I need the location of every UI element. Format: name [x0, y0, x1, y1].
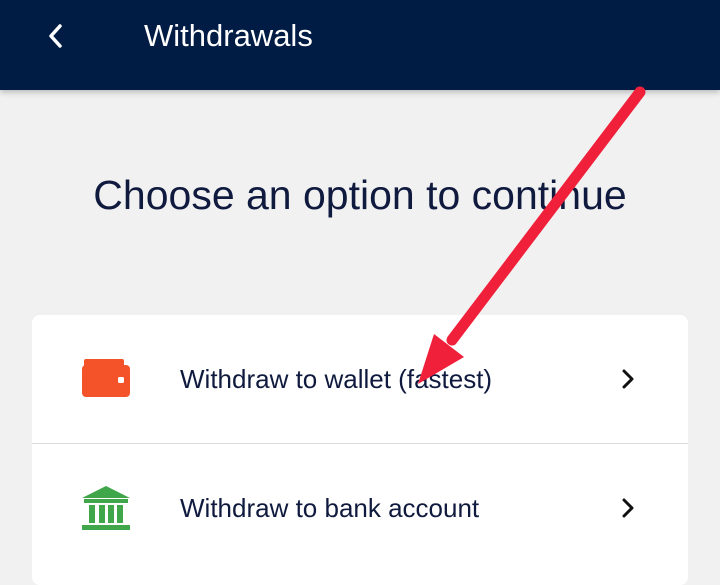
page-title: Withdrawals — [144, 18, 313, 53]
chevron-right-icon — [622, 498, 634, 518]
withdraw-to-wallet-option[interactable]: Withdraw to wallet (fastest) — [32, 315, 688, 444]
withdraw-options-card: Withdraw to wallet (fastest) Withdraw to… — [32, 315, 688, 585]
withdraw-to-bank-option[interactable]: Withdraw to bank account — [32, 444, 688, 572]
wallet-icon — [82, 359, 130, 397]
chevron-right-icon — [622, 369, 634, 389]
withdraw-to-wallet-label: Withdraw to wallet (fastest) — [180, 364, 493, 394]
bank-icon — [82, 486, 130, 530]
app-bar: Withdrawals — [0, 0, 720, 90]
chevron-left-icon — [49, 24, 62, 48]
options-heading: Choose an option to continue — [93, 172, 627, 218]
withdraw-to-bank-label: Withdraw to bank account — [180, 493, 480, 523]
back-button[interactable] — [36, 14, 76, 58]
